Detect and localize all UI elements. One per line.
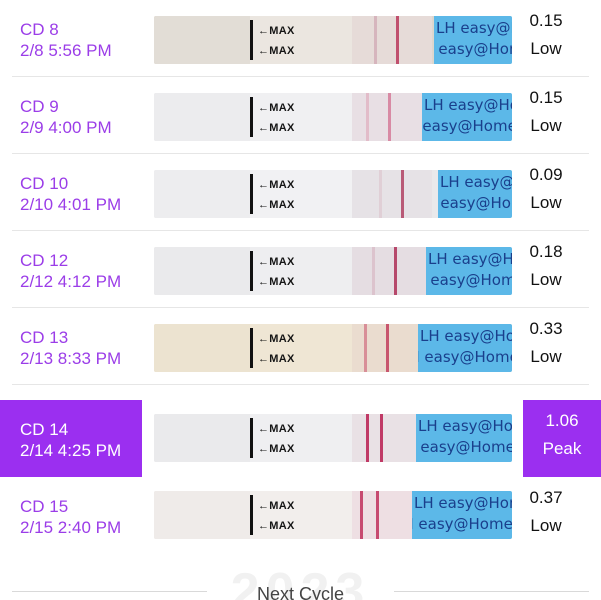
test-row-selected[interactable]: CD 14 2/14 4:25 PM ←MAX ←MAX LH easy@Home… [0,400,601,477]
strip-max-label: ←MAX [258,102,295,114]
strip-max-label: ←MAX [258,500,295,512]
cycle-day: CD 15 [20,497,69,516]
lh-value: 0.33 [529,319,563,338]
strip-brand: LH easy@Home [428,250,512,268]
strip-max-label: ←MAX [258,520,295,532]
strip-max-label: ←MAX [258,333,295,345]
test-datetime: 2/8 5:56 PM [20,41,112,60]
test-date: CD 15 2/15 2:40 PM [20,496,121,538]
strip-brand: LH easy@Home [418,417,512,435]
lh-value: 0.37 [529,488,563,507]
lh-result: 0.09 Low [511,154,581,212]
test-datetime: 2/9 4:00 PM [20,118,112,137]
test-date: CD 14 2/14 4:25 PM [0,400,142,477]
lh-status: Low [530,116,562,135]
test-row[interactable]: CD 12 2/12 4:12 PM ←MAX ←MAX LH easy@Home… [12,231,589,308]
next-cycle-divider[interactable]: 2023 Next Cycle [0,563,601,600]
lh-value: 1.06 [545,411,579,430]
strip-brand: LH easy@Home [426,271,512,289]
cycle-day: CD 10 [20,174,69,193]
lh-value: 0.15 [529,11,563,30]
strip-brand: LH easy@Home [438,194,512,212]
test-datetime: 2/10 4:01 PM [20,195,122,214]
test-date: CD 13 2/13 8:33 PM [20,327,121,369]
lh-status: Peak [542,439,582,458]
strip-max-label: ←MAX [258,25,295,37]
test-strip-image: ←MAX ←MAX LH easy@Home LH easy@Home [154,16,512,64]
strip-brand: LH easy@Home [414,494,512,512]
strip-max-label: ←MAX [258,353,295,365]
lh-status: Low [530,347,562,366]
strip-brand: LH easy@Home [440,173,512,191]
cycle-day: CD 14 [20,420,69,439]
lh-result: 0.18 Low [511,231,581,289]
test-strip-image: ←MAX ←MAX LH easy@Home LH easy@Home [154,324,512,372]
cycle-day: CD 13 [20,328,69,347]
lh-result: 0.33 Low [511,308,581,366]
test-date: CD 9 2/9 4:00 PM [20,96,112,138]
test-row[interactable]: CD 10 2/10 4:01 PM ←MAX ←MAX LH easy@Home… [12,154,589,231]
test-datetime: 2/15 2:40 PM [20,518,122,537]
test-datetime: 2/13 8:33 PM [20,349,122,368]
test-row[interactable]: CD 15 2/15 2:40 PM ←MAX ←MAX LH easy@Home… [12,477,589,554]
lh-value: 0.09 [529,165,563,184]
cycle-day: CD 9 [20,97,59,116]
strip-max-label: ←MAX [258,45,295,57]
lh-result: 1.06 Peak [523,400,601,477]
strip-brand: LH easy@Home [434,40,512,58]
strip-max-label: ←MAX [258,122,295,134]
strip-brand: LH easy@Home [412,515,512,533]
lh-status: Low [530,193,562,212]
cycle-day: CD 8 [20,20,59,39]
strip-brand: LH easy@Home [424,96,512,114]
test-date: CD 8 2/8 5:56 PM [20,19,112,61]
test-row[interactable]: CD 8 2/8 5:56 PM ←MAX ←MAX LH easy@Home LH… [12,0,589,77]
cycle-day: CD 12 [20,251,69,270]
test-row[interactable]: CD 13 2/13 8:33 PM ←MAX ←MAX LH easy@Home… [12,308,589,385]
lh-value: 0.18 [529,242,563,261]
strip-brand: LH easy@Home [420,327,512,345]
test-row[interactable]: CD 9 2/9 4:00 PM ←MAX ←MAX LH easy@Home LH… [12,77,589,154]
strip-max-label: ←MAX [258,179,295,191]
strip-brand: LH easy@Home [436,19,512,37]
test-strip-image: ←MAX ←MAX LH easy@Home LH easy@Home [154,491,512,539]
strip-max-label: ←MAX [258,256,295,268]
strip-max-label: ←MAX [258,276,295,288]
strip-max-label: ←MAX [258,443,295,455]
lh-result: 0.15 Low [511,77,581,135]
test-strip-image: ←MAX ←MAX LH easy@Home LH easy@Home [154,170,512,218]
next-cycle-label[interactable]: Next Cycle [0,584,601,600]
test-date: CD 12 2/12 4:12 PM [20,250,121,292]
test-strip-image: ←MAX ←MAX LH easy@Home LH easy@Home [154,247,512,295]
strip-max-label: ←MAX [258,199,295,211]
lh-result: 0.37 Low [511,477,581,535]
test-strip-image: ←MAX ←MAX LH easy@Home LH easy@Home [154,93,512,141]
strip-brand: LH easy@Home [416,438,512,456]
test-datetime: 2/12 4:12 PM [20,272,122,291]
test-strip-image: ←MAX ←MAX LH easy@Home LH easy@Home [154,414,512,462]
lh-status: Low [530,516,562,535]
lh-status: Low [530,39,562,58]
lh-result: 0.15 Low [511,0,581,58]
strip-brand: LH easy@Home [422,117,512,135]
lh-value: 0.15 [529,88,563,107]
strip-brand: LH easy@Home [418,348,512,366]
strip-max-label: ←MAX [258,423,295,435]
lh-status: Low [530,270,562,289]
test-datetime: 2/14 4:25 PM [20,441,122,460]
test-date: CD 10 2/10 4:01 PM [20,173,121,215]
